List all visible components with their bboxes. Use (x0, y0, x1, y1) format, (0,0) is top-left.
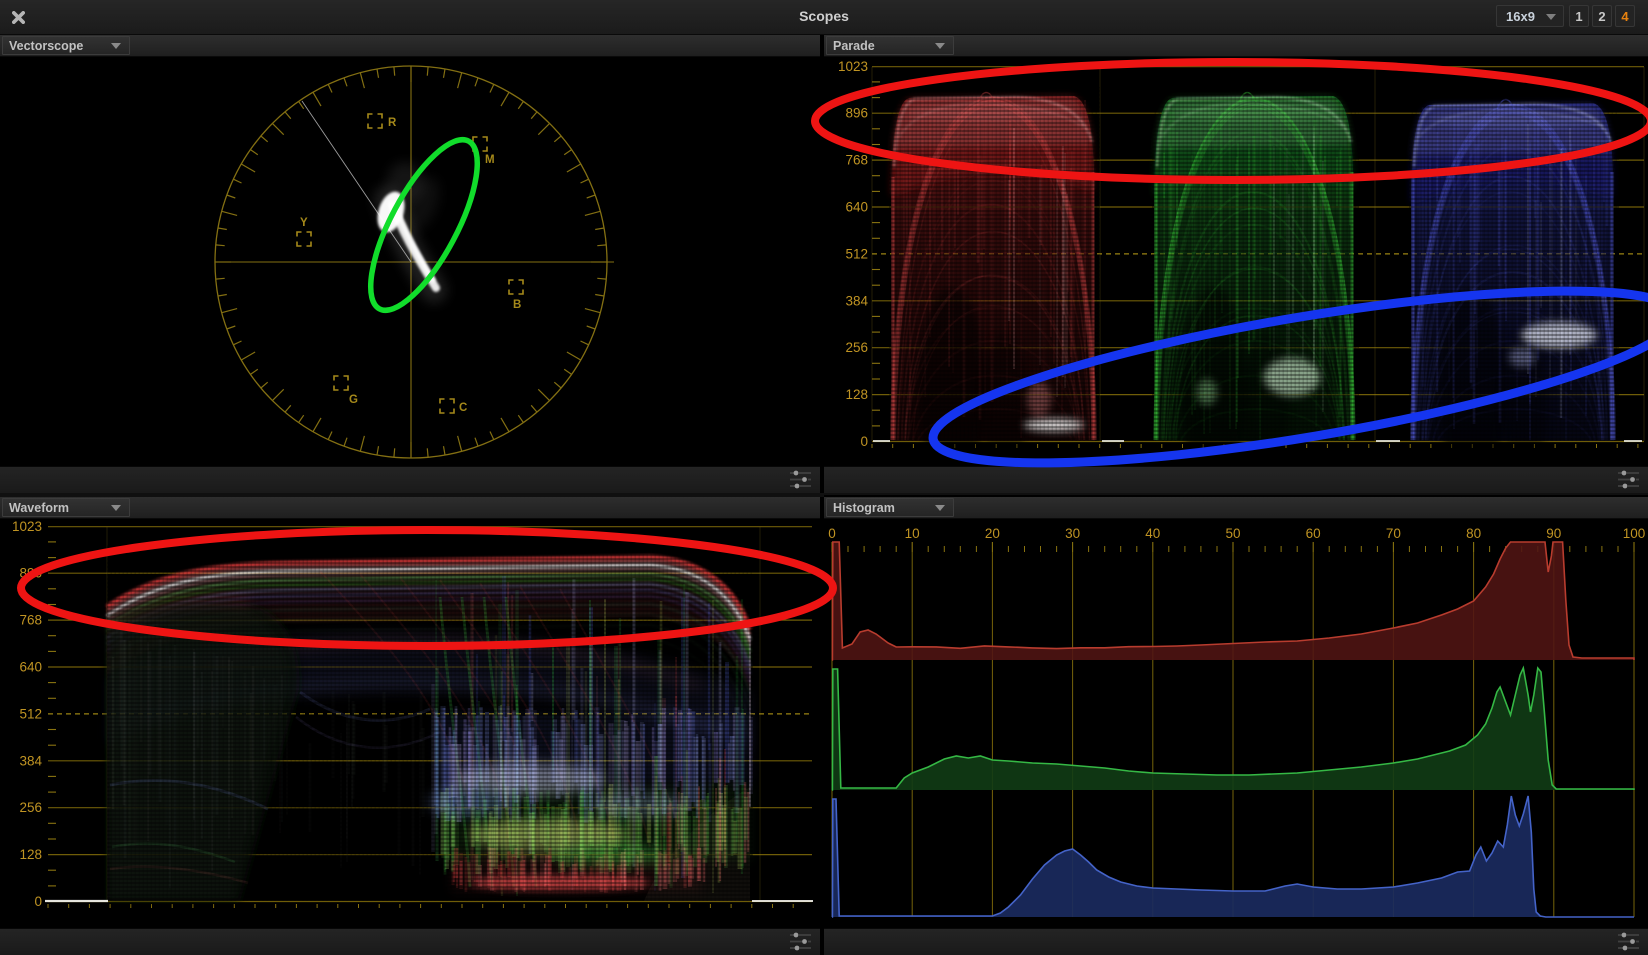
svg-text:1023: 1023 (12, 519, 42, 534)
svg-text:0: 0 (828, 526, 836, 541)
svg-text:100: 100 (1623, 526, 1646, 541)
svg-text:20: 20 (985, 526, 1000, 541)
svg-text:896: 896 (19, 566, 42, 581)
svg-text:60: 60 (1306, 526, 1321, 541)
svg-text:256: 256 (19, 800, 42, 815)
svg-text:M: M (485, 154, 495, 166)
svg-text:768: 768 (845, 153, 868, 168)
svg-text:0: 0 (860, 434, 868, 449)
svg-text:70: 70 (1386, 526, 1401, 541)
svg-text:768: 768 (19, 613, 42, 628)
svg-text:40: 40 (1145, 526, 1160, 541)
svg-text:C: C (459, 402, 467, 414)
svg-text:512: 512 (19, 706, 42, 721)
svg-text:640: 640 (19, 660, 42, 675)
svg-text:384: 384 (845, 293, 868, 308)
svg-text:B: B (513, 299, 521, 311)
svg-text:896: 896 (845, 106, 868, 121)
svg-text:128: 128 (19, 847, 42, 862)
svg-text:640: 640 (845, 200, 868, 215)
svg-text:0: 0 (34, 894, 42, 909)
svg-text:G: G (349, 394, 358, 406)
svg-text:90: 90 (1546, 526, 1561, 541)
svg-text:Y: Y (300, 217, 308, 229)
svg-text:256: 256 (845, 340, 868, 355)
svg-text:512: 512 (845, 246, 868, 261)
svg-text:80: 80 (1466, 526, 1481, 541)
svg-text:384: 384 (19, 753, 42, 768)
svg-text:50: 50 (1225, 526, 1240, 541)
svg-text:30: 30 (1065, 526, 1080, 541)
svg-text:1023: 1023 (838, 59, 868, 74)
svg-text:R: R (388, 117, 397, 129)
svg-text:128: 128 (845, 387, 868, 402)
svg-text:10: 10 (905, 526, 920, 541)
